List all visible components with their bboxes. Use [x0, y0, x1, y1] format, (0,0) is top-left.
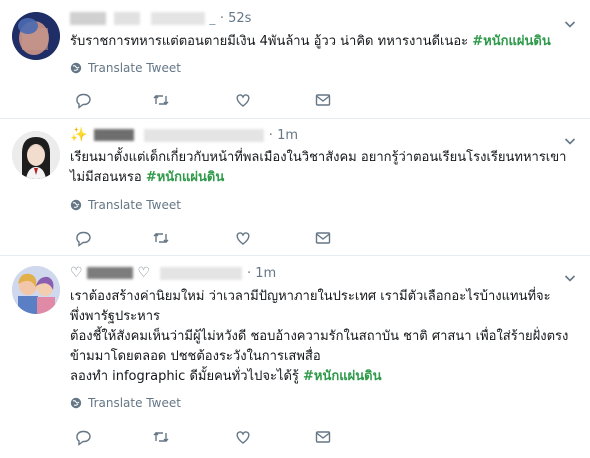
blurred-handle	[144, 128, 265, 142]
hashtag-link[interactable]: #หนักแผ่นดิน	[472, 34, 550, 49]
tweet-actions	[74, 428, 334, 446]
translate-label: Translate Tweet	[88, 61, 181, 75]
separator-dot: ·	[268, 128, 278, 143]
tweet-header: _ · 52s	[70, 10, 251, 30]
heart-icon[interactable]	[234, 91, 252, 109]
tweet-text-line: ไม่มีสอนหรอ	[70, 170, 142, 185]
reply-icon[interactable]	[74, 229, 92, 247]
translate-tweet[interactable]: Translate Tweet	[70, 396, 181, 410]
tweet-text: เราต้องสร้างค่านิยมใหม่ ว่าเวลามีปัญหาภา…	[70, 287, 570, 387]
retweet-icon[interactable]	[152, 91, 170, 109]
chevron-down-icon[interactable]	[564, 272, 576, 284]
blurred-handle	[160, 266, 243, 280]
separator-dot: ·	[219, 11, 229, 26]
mail-icon[interactable]	[314, 428, 332, 446]
tweet-actions	[74, 91, 334, 109]
handle-suffix: _	[209, 11, 216, 25]
name-heart-glyph: ♡	[137, 265, 151, 281]
heart-icon[interactable]	[234, 229, 252, 247]
retweet-icon[interactable]	[152, 229, 170, 247]
reply-icon[interactable]	[74, 428, 92, 446]
tweet-text-line: เราต้องสร้างค่านิยมใหม่ ว่าเวลามีปัญหาภา…	[70, 289, 551, 304]
name-sparkle-glyph: ✨	[70, 127, 88, 143]
reply-icon[interactable]	[74, 91, 92, 109]
mail-icon[interactable]	[314, 229, 332, 247]
tweet-time[interactable]: 1m	[277, 128, 298, 143]
blurred-name	[93, 129, 134, 141]
name-heart-glyph: ♡	[70, 265, 83, 281]
tweet-item[interactable]: ✨ · 1m เรียนมาตั้งแต่เด็กเกี่ยวกับหน้าที…	[0, 119, 590, 256]
user-avatar[interactable]	[12, 12, 60, 60]
tweet-header: ♡ ♡ · 1m	[70, 265, 276, 285]
tweet-text-line: ลองทำ infographic ดีมั้ยคนทั่วไปจะได้รู้	[70, 369, 299, 384]
chevron-down-icon[interactable]	[564, 18, 576, 30]
retweet-icon[interactable]	[152, 428, 170, 446]
globe-icon	[70, 199, 82, 211]
heart-icon[interactable]	[234, 428, 252, 446]
tweet-actions	[74, 229, 334, 247]
chevron-down-icon[interactable]	[564, 135, 576, 147]
avatar-image	[12, 266, 60, 314]
mail-icon[interactable]	[314, 91, 332, 109]
blurred-name	[87, 267, 134, 279]
globe-icon	[70, 397, 82, 409]
translate-tweet[interactable]: Translate Tweet	[70, 198, 181, 212]
tweet-header: ✨ · 1m	[70, 127, 298, 147]
globe-icon	[70, 62, 82, 74]
tweet-text-line: รับราชการทหารแต่ตอนตายมีเงิน 4พันล้าน อู…	[70, 34, 469, 49]
tweet-time[interactable]: 1m	[255, 266, 276, 281]
blurred-handle	[150, 11, 205, 25]
tweet-item[interactable]: _ · 52s รับราชการทหารแต่ตอนตายมีเงิน 4พั…	[0, 0, 590, 119]
user-avatar[interactable]	[12, 266, 60, 314]
tweet-text-line: พึ่งพารัฐประหาร	[70, 309, 161, 324]
blurred-name	[70, 11, 106, 25]
tweet-item[interactable]: ♡ ♡ · 1m เราต้องสร้างค่านิยมใหม่ ว่าเวลา…	[0, 256, 590, 458]
tweet-text: รับราชการทหารแต่ตอนตายมีเงิน 4พันล้าน อู…	[70, 32, 570, 52]
hashtag-link[interactable]: #หนักแผ่นดิน	[303, 369, 381, 384]
hashtag-link[interactable]: #หนักแผ่นดิน	[146, 170, 224, 185]
user-avatar[interactable]	[12, 131, 60, 179]
tweet-text-line: ข้ามมาโดยตลอด ปชชต้องระวังในการเสพสื่อ	[70, 349, 321, 364]
tweet-text-line: เรียนมาตั้งแต่เด็กเกี่ยวกับหน้าที่พลเมือ…	[70, 150, 567, 165]
translate-tweet[interactable]: Translate Tweet	[70, 61, 181, 75]
tweet-time[interactable]: 52s	[228, 11, 251, 26]
blurred-name	[114, 11, 141, 25]
translate-label: Translate Tweet	[88, 396, 181, 410]
separator-dot: ·	[246, 266, 256, 281]
avatar-image	[12, 131, 60, 179]
translate-label: Translate Tweet	[88, 198, 181, 212]
tweet-text-line: ต้องชี้ให้สังคมเห็นว่ามีผู้ไม่หวังดี ชอบ…	[70, 329, 569, 344]
tweet-text: เรียนมาตั้งแต่เด็กเกี่ยวกับหน้าที่พลเมือ…	[70, 148, 570, 188]
avatar-image	[12, 12, 60, 60]
